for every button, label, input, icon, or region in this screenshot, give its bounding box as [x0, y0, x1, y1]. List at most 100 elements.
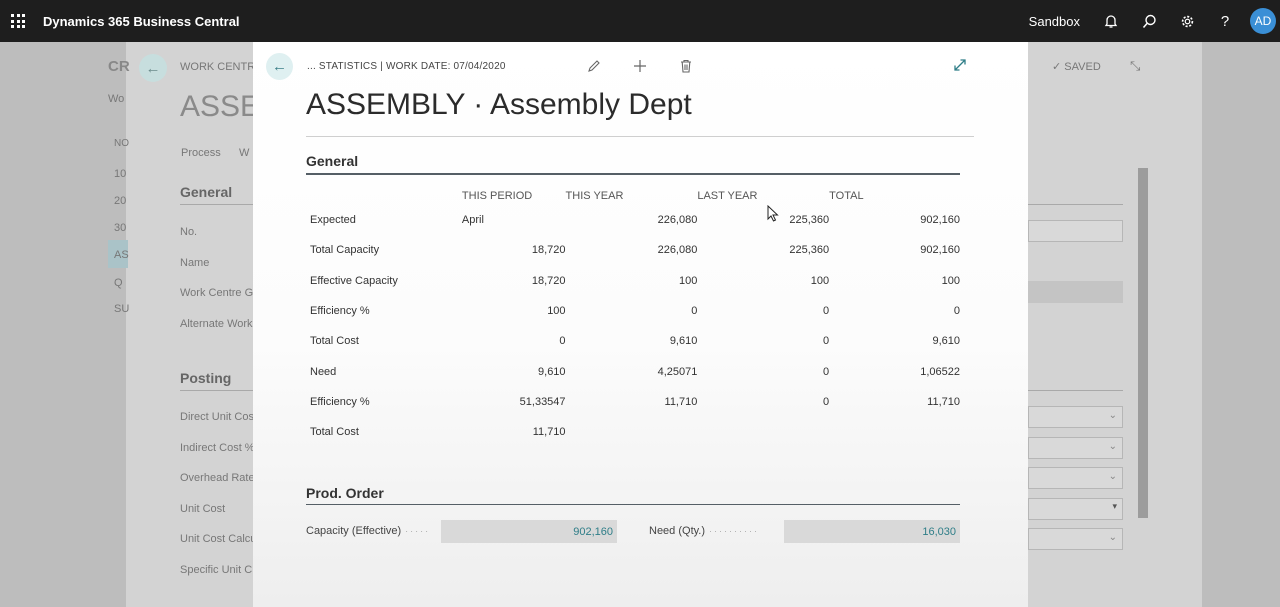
bell-icon [1104, 14, 1118, 28]
general-section-heading[interactable]: General [306, 153, 358, 169]
leader-dots: ····· [405, 526, 431, 536]
background-left-label[interactable]: Q [114, 277, 123, 289]
row-label: Effective Capacity [310, 274, 398, 287]
cell-value[interactable]: 100 [697, 266, 829, 296]
cell-value[interactable]: 18,720 [462, 235, 566, 265]
edit-button[interactable] [585, 57, 603, 75]
table-row: Efficiency % 51,33547 11,710 0 11,710 [310, 387, 960, 417]
cell-value[interactable] [566, 417, 698, 447]
column-header-label [310, 187, 462, 205]
search-icon [1142, 14, 1156, 28]
new-button[interactable] [631, 57, 649, 75]
background-field-label: Direct Unit Cos [180, 411, 254, 423]
table-row: Total Cost 11,710 [310, 417, 960, 447]
notifications-button[interactable] [1092, 0, 1130, 42]
background-dropdown[interactable]: ⌄ [1028, 406, 1123, 428]
table-row: Need 9,610 4,25071 0 1,06522 [310, 356, 960, 386]
cell-value[interactable]: 0 [697, 296, 829, 326]
cell-value[interactable]: 51,33547 [462, 387, 566, 417]
table-row: Total Cost 0 9,610 0 9,610 [310, 326, 960, 356]
background-tab[interactable]: Process [181, 147, 221, 159]
divider [180, 390, 254, 391]
background-left-label: Wo [108, 93, 125, 105]
background-back-button[interactable]: ← [139, 54, 167, 82]
background-general-heading[interactable]: General [180, 184, 232, 200]
column-header: THIS YEAR [565, 190, 624, 202]
capacity-effective-label: Capacity (Effective) [306, 525, 402, 537]
cell-value[interactable]: 11,710 [829, 387, 960, 417]
background-field-label: Overhead Rate [180, 472, 255, 484]
app-launcher-button[interactable] [0, 0, 36, 42]
cell-value[interactable]: 11,710 [566, 387, 698, 417]
background-title: ASSE [180, 90, 261, 123]
table-row: Efficiency % 100 0 0 0 [310, 296, 960, 326]
background-dropdown[interactable]: ⌄ [1028, 467, 1123, 489]
capacity-effective-value[interactable]: 902,160 [441, 520, 617, 543]
cell-value[interactable]: 0 [697, 356, 829, 386]
cell-value[interactable]: 0 [566, 296, 697, 326]
background-left-label[interactable]: AS [114, 249, 129, 261]
background-tab[interactable]: W [239, 147, 249, 159]
cell-value[interactable]: 0 [829, 296, 960, 326]
expand-button[interactable] [953, 58, 967, 76]
cell-value[interactable]: April [462, 205, 566, 235]
table-row: Total Capacity 18,720 226,080 225,360 90… [310, 235, 960, 265]
divider [180, 204, 254, 205]
help-button[interactable]: ? [1206, 0, 1244, 42]
cell-value[interactable]: 226,080 [566, 205, 698, 235]
app-title[interactable]: Dynamics 365 Business Central [43, 14, 240, 29]
background-input[interactable] [1028, 281, 1123, 303]
background-field-label: Unit Cost Calcu [180, 533, 257, 545]
cell-value[interactable]: 225,360 [697, 235, 829, 265]
background-dropdown[interactable]: ⌄ [1028, 437, 1123, 459]
cell-value[interactable] [829, 417, 960, 447]
section-divider [306, 504, 960, 505]
cell-value[interactable]: 11,710 [462, 417, 566, 447]
search-button[interactable] [1130, 0, 1168, 42]
background-dropdown[interactable]: ▾ [1028, 498, 1123, 520]
background-left-label[interactable]: 30 [114, 222, 126, 234]
cell-value[interactable]: 225,360 [697, 205, 829, 235]
pencil-icon [588, 60, 600, 72]
background-left-label[interactable]: 10 [114, 168, 126, 180]
collapse-icon[interactable]: ⤡ [1130, 58, 1140, 74]
background-left-label[interactable]: SU [114, 303, 129, 315]
background-posting-heading[interactable]: Posting [180, 370, 231, 386]
cell-value[interactable]: 0 [697, 326, 829, 356]
section-divider [306, 173, 960, 175]
cell-value[interactable]: 902,160 [829, 205, 960, 235]
cell-value[interactable]: 9,610 [566, 326, 698, 356]
dialog-title: ASSEMBLY · Assembly Dept [306, 88, 692, 121]
cell-value[interactable]: 1,06522 [829, 356, 960, 386]
background-left-label[interactable]: 20 [114, 195, 126, 207]
need-qty-value[interactable]: 16,030 [784, 520, 960, 543]
cell-value[interactable]: 226,080 [566, 235, 698, 265]
background-field-label: Alternate Work [180, 318, 253, 330]
arrow-left-icon: ← [272, 58, 287, 75]
user-avatar[interactable]: AD [1250, 8, 1276, 34]
cell-value[interactable]: 902,160 [829, 235, 960, 265]
prod-order-section-heading[interactable]: Prod. Order [306, 485, 384, 501]
row-label: Efficiency % [310, 395, 370, 408]
cell-value[interactable]: 0 [462, 326, 565, 356]
background-input[interactable] [1028, 220, 1123, 242]
cell-value[interactable]: 100 [829, 266, 960, 296]
check-icon: ✓ [1052, 61, 1065, 73]
title-divider [306, 136, 974, 137]
caret-down-icon: ▾ [1112, 501, 1117, 511]
cell-value[interactable]: 9,610 [462, 356, 566, 386]
delete-button[interactable] [677, 57, 695, 75]
settings-button[interactable] [1168, 0, 1206, 42]
cell-value[interactable]: 9,610 [829, 326, 960, 356]
background-left-label: NO [114, 138, 129, 149]
cell-value[interactable]: 18,720 [462, 266, 566, 296]
cell-value[interactable]: 100 [462, 296, 565, 326]
background-scrollbar[interactable] [1138, 168, 1148, 518]
back-button[interactable]: ← [266, 53, 293, 80]
cell-value[interactable]: 0 [697, 387, 829, 417]
question-mark-icon: ? [1220, 12, 1230, 30]
cell-value[interactable]: 4,25071 [566, 356, 698, 386]
cell-value[interactable]: 100 [566, 266, 697, 296]
cell-value[interactable] [697, 417, 829, 447]
background-dropdown[interactable]: ⌄ [1028, 528, 1123, 550]
